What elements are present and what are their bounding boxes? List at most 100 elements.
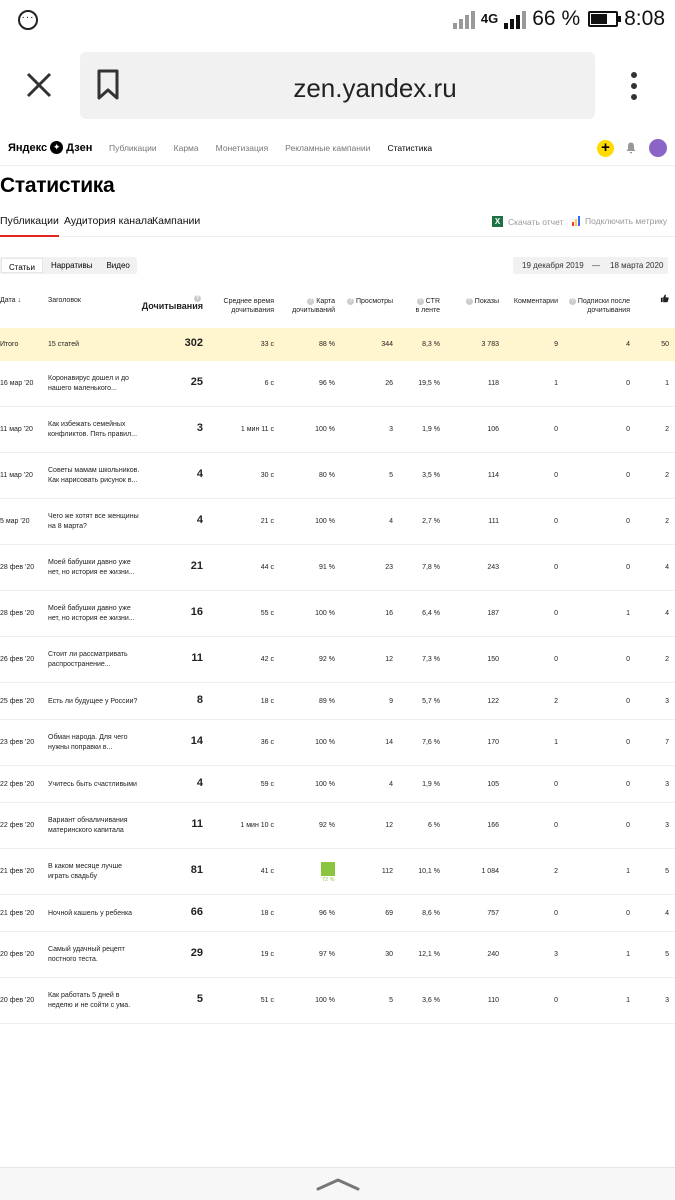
- yandex-zen-logo[interactable]: Яндекс ✦ Дзен: [8, 141, 92, 154]
- col-comments[interactable]: Комментарии: [505, 297, 558, 306]
- cell-title[interactable]: Учитесь быть счастливыми: [48, 780, 148, 790]
- export-report-button[interactable]: X Скачать отчет: [492, 216, 563, 227]
- sort-arrow-icon: ↓: [17, 297, 21, 304]
- cell-title[interactable]: Стоит ли рассматривать распространение...: [48, 650, 148, 670]
- cell-title[interactable]: Есть ли будущее у России?: [48, 697, 148, 707]
- table-row[interactable]: 5 мар '20 4 21 с 100 % 4 2,7 % 111 0 0 2 Чего же х…: [0, 499, 675, 545]
- cell-title[interactable]: Чего же хотят все женщины на 8 марта?: [48, 512, 148, 532]
- table-row[interactable]: 21 фев '20 66 18 с 96 % 69 8,6 % 757 0 0 4 Ночной …: [0, 895, 675, 932]
- more-vert-icon[interactable]: [630, 72, 638, 102]
- url-field[interactable]: zen.yandex.ru: [80, 52, 595, 119]
- like-icon[interactable]: [660, 294, 669, 303]
- cell-comments: 0: [554, 656, 558, 663]
- nav-item-3[interactable]: Рекламные кампании: [285, 143, 370, 153]
- cell-title[interactable]: Моей бабушки давно уже нет, но история ее…: [48, 558, 148, 578]
- nav-item-4[interactable]: Статистика: [387, 143, 432, 153]
- table-row[interactable]: 28 фев '20 21 44 с 91 % 23 7,8 % 243 0 0 4 Моей ба…: [0, 545, 675, 591]
- cell-title[interactable]: Самый удачный рецепт постного теста.: [48, 945, 148, 965]
- bottom-bar: [0, 1167, 675, 1200]
- col-avg-time[interactable]: Среднее время дочитывания: [214, 297, 274, 315]
- cell-likes: 4: [665, 610, 669, 617]
- table-row[interactable]: 20 фев '20 29 19 с 97 % 30 12,1 % 240 3 1 5 Самый …: [0, 932, 675, 978]
- cell-date: 16 мар '20: [0, 380, 34, 387]
- cell-reads: 11: [191, 818, 203, 830]
- table-row[interactable]: 21 фев '20 81 41 с 72 % 112 10,1 % 1 084 2 1 5 В к…: [0, 849, 675, 895]
- cell-ctr: 2,7 %: [422, 518, 440, 525]
- col-ctr[interactable]: ? CTR в ленте: [405, 297, 440, 315]
- cell-reads: 3: [196, 422, 203, 434]
- table-row[interactable]: 26 фев '20 11 42 с 92 % 12 7,3 % 150 0 0 2 Стоит л…: [0, 637, 675, 683]
- plus-icon[interactable]: +: [597, 140, 614, 157]
- cell-subscriptions: 1: [626, 997, 630, 1004]
- clock: 8:08: [624, 7, 665, 30]
- cell-views: 30: [385, 951, 393, 958]
- col-shows[interactable]: ? Показы: [452, 297, 499, 306]
- cell-ctr: 3,6 %: [422, 997, 440, 1004]
- table-row[interactable]: 11 мар '20 4 30 с 80 % 5 3,5 % 114 0 0 2 Советы ма…: [0, 453, 675, 499]
- cell-likes: 50: [661, 340, 669, 348]
- tab-campaigns[interactable]: Кампании: [152, 215, 200, 227]
- cell-date: 11 мар '20: [0, 426, 33, 433]
- chevron-up-icon[interactable]: [316, 1176, 360, 1192]
- cell-avg-time: 33 с: [260, 340, 274, 348]
- cell-likes: 3: [665, 997, 669, 1004]
- cell-reads: 11: [191, 652, 203, 664]
- cell-views: 112: [381, 868, 393, 875]
- col-views[interactable]: ? Просмотры: [340, 297, 393, 306]
- cell-title[interactable]: Коронавирус дошел и до нашего маленького.…: [48, 374, 148, 394]
- table-row[interactable]: 20 фев '20 5 51 с 100 % 5 3,6 % 110 0 1 3 Как рабо…: [0, 978, 675, 1024]
- col-subscriptions[interactable]: ? Подписки после дочитывания: [563, 297, 630, 315]
- cell-comments: 2: [554, 868, 558, 875]
- segment-articles[interactable]: Статьи: [1, 258, 43, 273]
- cell-reads: 5: [196, 993, 203, 1005]
- cell-read-map: 89 %: [319, 697, 335, 705]
- table-row[interactable]: 22 фев '20 11 1 мин 10 с 92 % 12 6 % 166 0 0 3 Вар…: [0, 803, 675, 849]
- cell-title[interactable]: В каком месяце лучше играть свадьбу: [48, 862, 148, 882]
- avatar[interactable]: [649, 139, 667, 157]
- segment-video[interactable]: Видео: [99, 257, 136, 274]
- cell-shows: 114: [487, 472, 499, 479]
- nav-item-2[interactable]: Монетизация: [216, 143, 269, 153]
- cell-date: 11 мар '20: [0, 472, 33, 479]
- bookmark-icon[interactable]: [96, 69, 120, 101]
- cell-date: 21 фев '20: [0, 868, 35, 875]
- col-reads[interactable]: ?Дочитывания: [137, 293, 203, 311]
- tab-publications[interactable]: Публикации: [0, 215, 59, 237]
- cell-shows: 240: [487, 951, 499, 958]
- cell-views: 16: [385, 610, 393, 617]
- cell-reads: 8: [196, 693, 203, 706]
- cell-shows: 166: [487, 822, 499, 829]
- cell-title[interactable]: Советы мамам школьников. Как нарисовать р…: [48, 466, 148, 486]
- col-read-map[interactable]: ? Карта дочитываний: [285, 297, 335, 315]
- nav-item-1[interactable]: Карма: [174, 143, 199, 153]
- table-row[interactable]: 22 фев '20 4 59 с 100 % 4 1,9 % 105 0 0 3 Учитесь …: [0, 766, 675, 803]
- cell-title[interactable]: Как избежать семейных конфликтов. Пять пр…: [48, 420, 148, 440]
- table-row[interactable]: 11 мар '20 3 1 мин 11 с 100 % 3 1,9 % 106 0 0 2 Ка…: [0, 407, 675, 453]
- bell-icon[interactable]: [626, 142, 636, 154]
- cell-avg-time: 18 с: [260, 909, 274, 917]
- cell-title[interactable]: Обман народа. Для чего нужны поправки в..…: [48, 733, 148, 753]
- table-row[interactable]: 16 мар '20 25 6 с 96 % 26 19,5 % 118 1 0 1 Коронав…: [0, 361, 675, 407]
- segment-narratives[interactable]: Нарративы: [44, 257, 100, 274]
- col-date[interactable]: Дата ↓: [0, 296, 21, 305]
- cell-likes: 2: [665, 472, 669, 479]
- cell-shows: 122: [487, 697, 499, 705]
- cell-title[interactable]: Ночной кашель у ребенка: [48, 909, 148, 919]
- table-row[interactable]: 23 фев '20 14 36 с 100 % 14 7,6 % 170 1 0 7 Обман …: [0, 720, 675, 766]
- cell-ctr: 1,9 %: [422, 426, 440, 433]
- browser-toolbar: zen.yandex.ru: [0, 40, 675, 132]
- nav-item-0[interactable]: Публикации: [109, 143, 157, 153]
- tab-audience[interactable]: Аудитория канала: [64, 215, 153, 227]
- cell-title[interactable]: 15 статей: [48, 340, 148, 350]
- table-row[interactable]: 28 фев '20 16 55 с 100 % 16 6,4 % 187 0 1 4 Моей б…: [0, 591, 675, 637]
- cell-likes: 2: [665, 656, 669, 663]
- table-row[interactable]: 25 фев '20 8 18 с 89 % 9 5,7 % 122 2 0 3 Есть ли б…: [0, 683, 675, 720]
- date-range-picker[interactable]: 19 декабря 2019 — 18 марта 2020: [513, 257, 668, 274]
- cell-title[interactable]: Вариант обналичивания материнского капита…: [48, 816, 148, 836]
- cell-shows: 150: [487, 656, 499, 663]
- cell-avg-time: 44 с: [260, 564, 274, 571]
- close-icon[interactable]: [25, 71, 53, 99]
- cell-title[interactable]: Как работать 5 дней в неделю и не сойти с…: [48, 991, 148, 1011]
- cell-title[interactable]: Моей бабушки давно уже нет, но история ее…: [48, 604, 148, 624]
- connect-metrika-button[interactable]: Подключить метрику: [572, 216, 667, 226]
